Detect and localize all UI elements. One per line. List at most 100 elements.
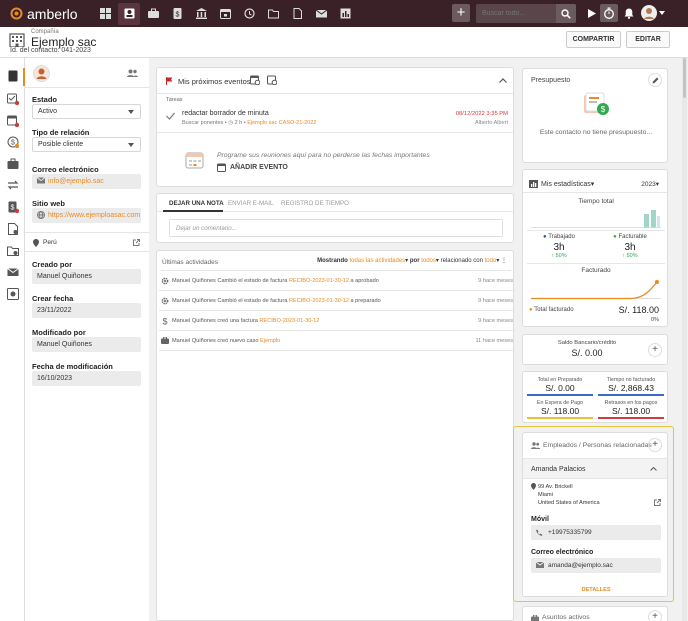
person-header[interactable]: Amanda Palacios: [523, 458, 667, 479]
add-event-button[interactable]: AÑADIR EVENTO: [217, 163, 288, 172]
tab-leave-note[interactable]: DEJAR UNA NOTA: [169, 200, 224, 207]
details-link[interactable]: DETALLES: [523, 587, 669, 593]
nav-invoices[interactable]: $: [166, 3, 188, 25]
add-employee-button[interactable]: +: [648, 438, 662, 452]
user-menu-chevron[interactable]: [657, 4, 667, 22]
activity-text: Manuel Quiñones Cambió el estado de fact…: [172, 298, 381, 304]
stopwatch-button[interactable]: [600, 4, 618, 22]
activity-link[interactable]: RECIBO-2023-01-30-12: [259, 318, 319, 324]
edit-button[interactable]: EDITAR: [626, 31, 670, 48]
task-sub: Buscar ponentes: [182, 120, 224, 126]
total-box[interactable]: Tiempo no facturado S/. 2,868.43: [598, 376, 664, 396]
comment-input[interactable]: Dejar un comentario...: [169, 219, 503, 237]
total-box[interactable]: Total en Preparado S/. 0.00: [527, 376, 593, 396]
calendar-badge-icon[interactable]: [7, 115, 19, 127]
logo[interactable]: amberlo: [10, 6, 94, 22]
nav-calendar[interactable]: [214, 3, 236, 25]
invoice-rail-icon[interactable]: $: [7, 201, 19, 213]
filter-todo[interactable]: todo: [485, 258, 497, 264]
folder-gear-icon[interactable]: [7, 245, 19, 257]
crear-fecha-label: Crear fecha: [32, 294, 74, 303]
person-email-field[interactable]: amanda@ejemplo.sac: [531, 558, 661, 573]
notifications-button[interactable]: [620, 4, 638, 22]
svg-text:$: $: [162, 317, 167, 325]
main-nav: $: [94, 2, 356, 25]
relacion-select[interactable]: Posible cliente: [32, 137, 141, 152]
stats-title[interactable]: Mis estadísticas▾: [541, 180, 594, 188]
estado-select[interactable]: Activo: [32, 104, 141, 119]
country-text: Perú: [43, 239, 57, 246]
document-gear-icon[interactable]: [7, 223, 19, 235]
year-select[interactable]: 2023▾: [641, 180, 659, 188]
manage-people-icon[interactable]: [127, 69, 138, 77]
mobile-field[interactable]: +19975335799: [531, 525, 661, 540]
location-pin-icon: [33, 239, 39, 247]
nav-files[interactable]: [286, 3, 308, 25]
total-time-mini-chart: [531, 210, 661, 228]
nav-dashboard[interactable]: [94, 3, 116, 25]
estado-value: Activo: [38, 108, 58, 115]
scrollbar-thumb[interactable]: [683, 58, 686, 98]
divider: [523, 192, 667, 193]
calendar-icon: [219, 9, 231, 19]
tasks-check-icon[interactable]: [7, 93, 19, 105]
mobile-label: Móvil: [531, 516, 549, 523]
edit-budget-button[interactable]: [648, 73, 662, 87]
task-link-company[interactable]: Ejemplo sac: [247, 120, 277, 126]
exchange-icon[interactable]: [7, 179, 19, 191]
activity-link[interactable]: RECIBO-2023-01-30-12: [289, 278, 349, 284]
activity-post: a preparado: [350, 298, 381, 304]
briefcase-icon: [147, 8, 159, 18]
caret-down-icon: [128, 110, 134, 114]
tab-time-log[interactable]: REGISTRO DE TIEMPO: [281, 200, 349, 207]
play-timer-button[interactable]: [582, 4, 600, 22]
filter-todos[interactable]: todos: [421, 258, 436, 264]
search-input[interactable]: [476, 10, 554, 17]
nav-contacts[interactable]: [118, 2, 140, 25]
nav-cases[interactable]: [142, 3, 164, 25]
activity-pre: Manuel Quiñones Cambió el estado de fact…: [172, 298, 288, 304]
avatar[interactable]: [640, 4, 658, 22]
page-scrollbar[interactable]: [682, 58, 687, 621]
website-field[interactable]: https://www.ejemploasac.com: [32, 208, 141, 223]
divider: [157, 93, 513, 94]
activity-link[interactable]: Ejemplo: [260, 338, 280, 344]
add-case-button[interactable]: +: [648, 610, 662, 621]
task-link-case[interactable]: CASO-21-2022: [279, 120, 317, 126]
totals-card: Total en Preparado S/. 0.00 Tiempo no fact…: [522, 371, 668, 423]
total-box[interactable]: En Espera de Pago S/. 118.00: [527, 399, 593, 419]
nav-time[interactable]: [238, 3, 260, 25]
billable-pct: 50%: [626, 253, 638, 259]
nav-reports[interactable]: [334, 3, 356, 25]
share-button[interactable]: COMPARTIR: [566, 31, 621, 48]
settings-box-icon[interactable]: [7, 288, 19, 300]
activity-link[interactable]: RECIBO-2023-01-30-12: [289, 298, 349, 304]
briefcase-rail-icon[interactable]: [7, 158, 19, 170]
nav-documents[interactable]: [262, 3, 284, 25]
search-button[interactable]: [556, 4, 576, 23]
filter-all-activities[interactable]: todas las actividades: [349, 258, 405, 264]
add-new-button[interactable]: +: [452, 4, 470, 22]
money-circle-icon[interactable]: $: [7, 136, 19, 148]
external-link-icon[interactable]: [133, 239, 140, 246]
total-box[interactable]: Retrasos en los pagos S/. 118.00: [598, 399, 664, 419]
nav-bank[interactable]: [190, 3, 212, 25]
task-title[interactable]: redactar borrador de minuta: [182, 110, 269, 117]
tab-send-email[interactable]: ENVIAR E-MAIL: [228, 200, 273, 207]
people-icon: [531, 442, 540, 449]
info-book-icon[interactable]: [7, 70, 19, 82]
worked-stat: ● Trabajado 3h ↑ 50%: [529, 234, 589, 259]
check-icon[interactable]: [166, 112, 175, 120]
email-field[interactable]: info@ejemplo.sac: [32, 174, 141, 189]
add-task-icon[interactable]: [267, 75, 277, 85]
mail-rail-icon[interactable]: [7, 266, 19, 278]
add-balance-button[interactable]: +: [648, 343, 662, 357]
external-link-icon[interactable]: [654, 499, 661, 506]
relacion-label: Tipo de relación: [32, 128, 90, 137]
activity-time: 9 hace meses: [478, 298, 513, 304]
nav-mail[interactable]: [310, 3, 332, 25]
add-event-calendar-icon[interactable]: [250, 75, 260, 85]
divider: [527, 263, 665, 264]
invoiced-line-chart: [531, 280, 661, 300]
collapse-chevron-icon[interactable]: [499, 78, 507, 83]
